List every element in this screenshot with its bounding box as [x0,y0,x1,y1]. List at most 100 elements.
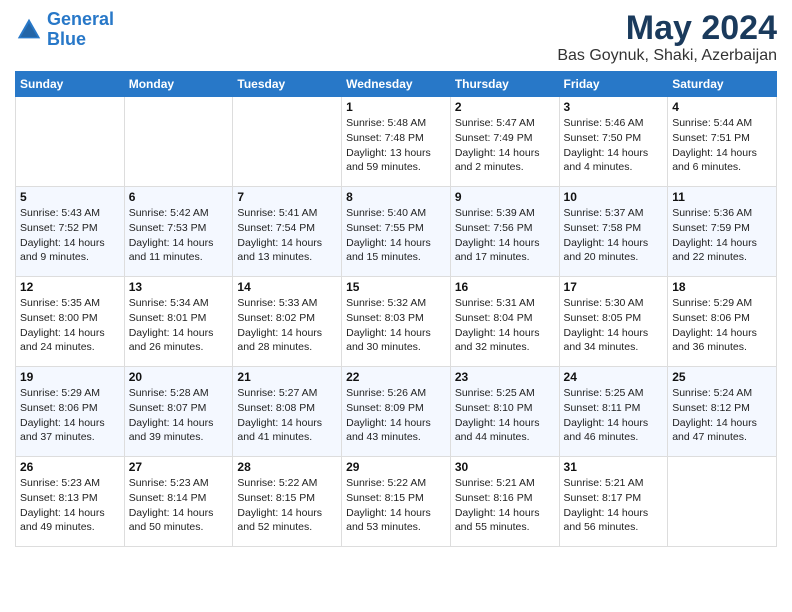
calendar-table: SundayMondayTuesdayWednesdayThursdayFrid… [15,71,777,547]
calendar-cell: 18 Sunrise: 5:29 AMSunset: 8:06 PMDayligh… [668,277,777,367]
weekday-row: SundayMondayTuesdayWednesdayThursdayFrid… [16,72,777,97]
calendar-cell: 25Sunrise: 5:24 AMSunset: 8:12 PMDayligh… [668,367,777,457]
subtitle: Bas Goynuk, Shaki, Azerbaijan [557,47,777,65]
day-number: 30 [455,460,555,474]
cell-content: Sunrise: 5:25 AMSunset: 8:11 PMDaylight:… [564,386,664,445]
calendar-cell: 5 Sunrise: 5:43 AMSunset: 7:52 PMDaylight… [16,187,125,277]
calendar-cell: 16 Sunrise: 5:31 AMSunset: 8:04 PMDayligh… [450,277,559,367]
day-number: 31 [564,460,664,474]
day-number: 3 [564,100,664,114]
day-number: 17 [564,280,664,294]
calendar-cell: 11 Sunrise: 5:36 AMSunset: 7:59 PMDayligh… [668,187,777,277]
calendar-cell: 29 Sunrise: 5:22 AMSunset: 8:15 PMDayligh… [342,457,451,547]
logo: General Blue [15,10,114,50]
day-number: 24 [564,370,664,384]
day-number: 23 [455,370,555,384]
day-number: 15 [346,280,446,294]
cell-content: Sunrise: 5:22 AMSunset: 8:15 PMDaylight:… [346,476,446,535]
cell-content: Sunrise: 5:36 AMSunset: 7:59 PMDaylight:… [672,206,772,265]
cell-content: Sunrise: 5:22 AMSunset: 8:15 PMDaylight:… [237,476,337,535]
calendar-cell [668,457,777,547]
calendar-cell: 1 Sunrise: 5:48 AMSunset: 7:48 PMDaylight… [342,97,451,187]
cell-content: Sunrise: 5:24 AMSunset: 8:12 PMDaylight:… [672,386,772,445]
calendar-cell [233,97,342,187]
weekday-header-wednesday: Wednesday [342,72,451,97]
cell-content: Sunrise: 5:43 AMSunset: 7:52 PMDaylight:… [20,206,120,265]
day-number: 13 [129,280,229,294]
day-number: 29 [346,460,446,474]
cell-content: Sunrise: 5:41 AMSunset: 7:54 PMDaylight:… [237,206,337,265]
calendar-week-5: 26 Sunrise: 5:23 AMSunset: 8:13 PMDayligh… [16,457,777,547]
cell-content: Sunrise: 5:28 AMSunset: 8:07 PMDaylight:… [129,386,229,445]
cell-content: Sunrise: 5:21 AMSunset: 8:17 PMDaylight:… [564,476,664,535]
day-number: 21 [237,370,337,384]
day-number: 2 [455,100,555,114]
calendar-body: 1 Sunrise: 5:48 AMSunset: 7:48 PMDaylight… [16,97,777,547]
logo-icon [15,16,43,44]
calendar-cell: 22 Sunrise: 5:26 AMSunset: 8:09 PMDayligh… [342,367,451,457]
calendar-cell [124,97,233,187]
calendar-cell: 31 Sunrise: 5:21 AMSunset: 8:17 PMDayligh… [559,457,668,547]
day-number: 1 [346,100,446,114]
weekday-header-saturday: Saturday [668,72,777,97]
cell-content: Sunrise: 5:25 AMSunset: 8:10 PMDaylight:… [455,386,555,445]
cell-content: Sunrise: 5:26 AMSunset: 8:09 PMDaylight:… [346,386,446,445]
weekday-header-tuesday: Tuesday [233,72,342,97]
calendar-cell: 2Sunrise: 5:47 AMSunset: 7:49 PMDaylight… [450,97,559,187]
day-number: 16 [455,280,555,294]
cell-content: Sunrise: 5:33 AMSunset: 8:02 PMDaylight:… [237,296,337,355]
day-number: 11 [672,190,772,204]
weekday-header-sunday: Sunday [16,72,125,97]
cell-content: Sunrise: 5:23 AMSunset: 8:14 PMDaylight:… [129,476,229,535]
cell-content: Sunrise: 5:44 AMSunset: 7:51 PMDaylight:… [672,116,772,175]
day-number: 9 [455,190,555,204]
cell-content: Sunrise: 5:37 AMSunset: 7:58 PMDaylight:… [564,206,664,265]
cell-content: Sunrise: 5:40 AMSunset: 7:55 PMDaylight:… [346,206,446,265]
calendar-week-2: 5 Sunrise: 5:43 AMSunset: 7:52 PMDaylight… [16,187,777,277]
calendar-cell: 27 Sunrise: 5:23 AMSunset: 8:14 PMDayligh… [124,457,233,547]
calendar-cell: 30Sunrise: 5:21 AMSunset: 8:16 PMDayligh… [450,457,559,547]
day-number: 4 [672,100,772,114]
calendar-cell: 7Sunrise: 5:41 AMSunset: 7:54 PMDaylight… [233,187,342,277]
cell-content: Sunrise: 5:34 AMSunset: 8:01 PMDaylight:… [129,296,229,355]
calendar-cell [16,97,125,187]
calendar-cell: 19Sunrise: 5:29 AMSunset: 8:06 PMDayligh… [16,367,125,457]
cell-content: Sunrise: 5:32 AMSunset: 8:03 PMDaylight:… [346,296,446,355]
calendar-cell: 13 Sunrise: 5:34 AMSunset: 8:01 PMDayligh… [124,277,233,367]
calendar-cell: 4 Sunrise: 5:44 AMSunset: 7:51 PMDaylight… [668,97,777,187]
calendar-cell: 20Sunrise: 5:28 AMSunset: 8:07 PMDayligh… [124,367,233,457]
cell-content: Sunrise: 5:30 AMSunset: 8:05 PMDaylight:… [564,296,664,355]
calendar-cell: 17 Sunrise: 5:30 AMSunset: 8:05 PMDayligh… [559,277,668,367]
day-number: 28 [237,460,337,474]
cell-content: Sunrise: 5:29 AMSunset: 8:06 PMDaylight:… [20,386,120,445]
calendar-week-4: 19Sunrise: 5:29 AMSunset: 8:06 PMDayligh… [16,367,777,457]
calendar-cell: 26 Sunrise: 5:23 AMSunset: 8:13 PMDayligh… [16,457,125,547]
calendar-header: SundayMondayTuesdayWednesdayThursdayFrid… [16,72,777,97]
calendar-cell: 24 Sunrise: 5:25 AMSunset: 8:11 PMDayligh… [559,367,668,457]
calendar-cell: 3Sunrise: 5:46 AMSunset: 7:50 PMDaylight… [559,97,668,187]
weekday-header-thursday: Thursday [450,72,559,97]
day-number: 27 [129,460,229,474]
cell-content: Sunrise: 5:23 AMSunset: 8:13 PMDaylight:… [20,476,120,535]
calendar-cell: 6Sunrise: 5:42 AMSunset: 7:53 PMDaylight… [124,187,233,277]
day-number: 18 [672,280,772,294]
cell-content: Sunrise: 5:31 AMSunset: 8:04 PMDaylight:… [455,296,555,355]
cell-content: Sunrise: 5:48 AMSunset: 7:48 PMDaylight:… [346,116,446,175]
calendar-cell: 12Sunrise: 5:35 AMSunset: 8:00 PMDayligh… [16,277,125,367]
day-number: 8 [346,190,446,204]
calendar-cell: 21Sunrise: 5:27 AMSunset: 8:08 PMDayligh… [233,367,342,457]
day-number: 5 [20,190,120,204]
cell-content: Sunrise: 5:39 AMSunset: 7:56 PMDaylight:… [455,206,555,265]
day-number: 14 [237,280,337,294]
page-header: General Blue May 2024 Bas Goynuk, Shaki,… [15,10,777,65]
calendar-cell: 23 Sunrise: 5:25 AMSunset: 8:10 PMDayligh… [450,367,559,457]
day-number: 12 [20,280,120,294]
cell-content: Sunrise: 5:29 AMSunset: 8:06 PMDaylight:… [672,296,772,355]
day-number: 26 [20,460,120,474]
title-block: May 2024 Bas Goynuk, Shaki, Azerbaijan [557,10,777,65]
calendar-week-1: 1 Sunrise: 5:48 AMSunset: 7:48 PMDaylight… [16,97,777,187]
day-number: 10 [564,190,664,204]
logo-text: General Blue [47,10,114,50]
calendar-cell: 15 Sunrise: 5:32 AMSunset: 8:03 PMDayligh… [342,277,451,367]
day-number: 22 [346,370,446,384]
